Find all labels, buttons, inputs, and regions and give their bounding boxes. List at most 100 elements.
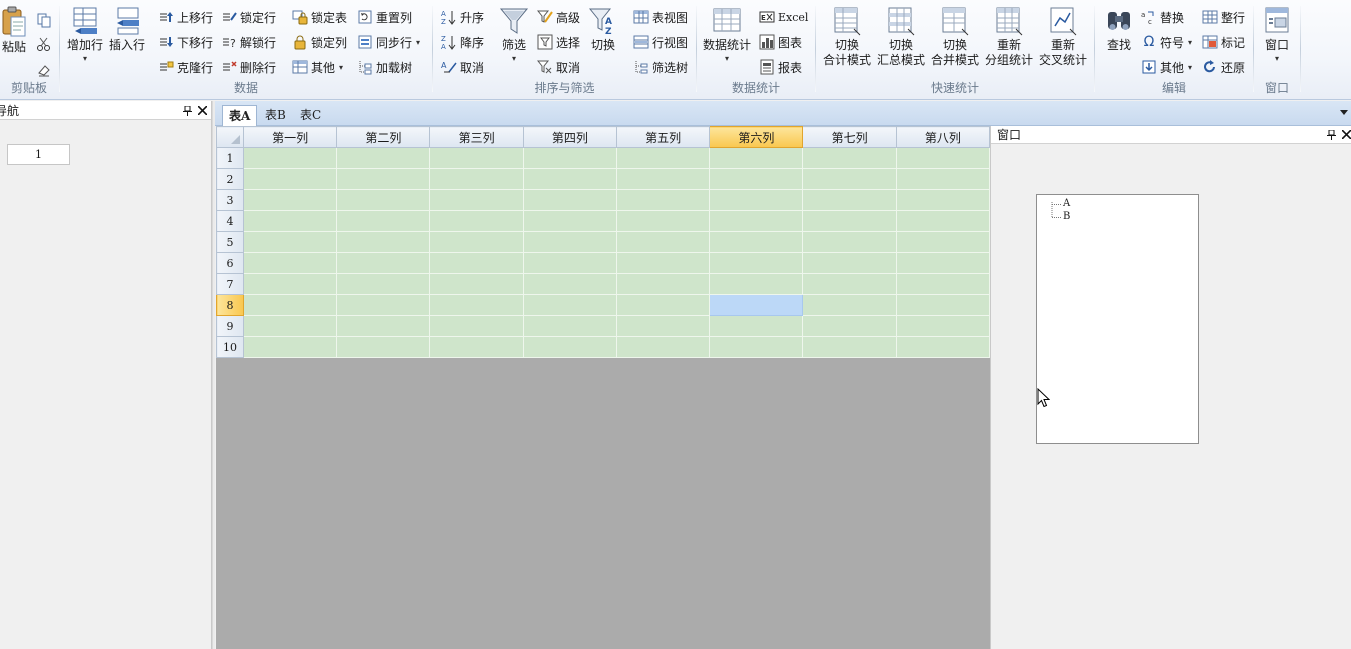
- report-button[interactable]: 报表: [759, 57, 802, 77]
- grid-cell[interactable]: [895, 252, 990, 274]
- restore-button[interactable]: 还原: [1202, 57, 1245, 77]
- switch-merge-mode-button[interactable]: 切换 合并模式: [930, 6, 980, 68]
- grid-cell[interactable]: [242, 294, 338, 316]
- grid-cell[interactable]: [336, 231, 431, 253]
- column-header[interactable]: 第一列: [242, 126, 338, 148]
- grid-cell[interactable]: [615, 273, 711, 295]
- grid-cell[interactable]: [242, 231, 338, 253]
- filter-tree-button[interactable]: 筛选树: [633, 57, 688, 77]
- grid-cell[interactable]: [429, 189, 524, 211]
- grid-cell[interactable]: [802, 168, 897, 190]
- grid-cell[interactable]: [336, 168, 431, 190]
- grid-cell[interactable]: [336, 315, 431, 337]
- panel-splitter[interactable]: [212, 101, 215, 649]
- grid-cell[interactable]: [336, 210, 431, 232]
- row-header[interactable]: 2: [216, 168, 244, 190]
- grid-cell[interactable]: [242, 189, 338, 211]
- grid-cell[interactable]: [709, 189, 804, 211]
- grid-cell[interactable]: [802, 147, 897, 169]
- add-row-button[interactable]: 增加行 ▾: [66, 6, 104, 64]
- grid-cell[interactable]: [336, 336, 431, 358]
- grid-cell[interactable]: [242, 147, 338, 169]
- grid-cell[interactable]: [615, 336, 711, 358]
- row-header[interactable]: 3: [216, 189, 244, 211]
- grid-cell[interactable]: [429, 315, 524, 337]
- move-up-button[interactable]: 上移行: [158, 7, 213, 27]
- toggle-filter-button[interactable]: A Z 切换: [585, 6, 621, 53]
- clone-row-button[interactable]: 克隆行: [158, 57, 213, 77]
- row-header[interactable]: 9: [216, 315, 244, 337]
- grid-cell[interactable]: [709, 273, 804, 295]
- row-view-button[interactable]: 行视图: [633, 32, 688, 52]
- grid-cell[interactable]: [522, 273, 617, 295]
- grid-cell[interactable]: [429, 336, 524, 358]
- grid-cell[interactable]: [615, 231, 711, 253]
- sort-descending-button[interactable]: ZA 降序: [441, 32, 484, 52]
- grid-cell[interactable]: [429, 210, 524, 232]
- grid-cell[interactable]: [615, 210, 711, 232]
- switch-total-mode-button[interactable]: 切换 合计模式: [822, 6, 872, 68]
- replace-button[interactable]: ac 替换: [1141, 7, 1184, 27]
- advanced-filter-button[interactable]: 高级: [537, 7, 580, 27]
- cut-button[interactable]: [36, 34, 52, 54]
- edit-other-dropdown[interactable]: 其他 ▾: [1141, 57, 1192, 77]
- grid-cell[interactable]: [429, 294, 524, 316]
- pin-icon[interactable]: [1326, 129, 1337, 140]
- grid-cell[interactable]: [429, 252, 524, 274]
- row-header-selected[interactable]: 8: [216, 294, 244, 316]
- column-header[interactable]: 第二列: [336, 126, 431, 148]
- column-header[interactable]: 第七列: [802, 126, 897, 148]
- grid-cell[interactable]: [895, 336, 990, 358]
- tree-item[interactable]: A: [1063, 198, 1070, 210]
- grid-cell[interactable]: [709, 210, 804, 232]
- grid-cell[interactable]: [522, 231, 617, 253]
- row-header[interactable]: 4: [216, 210, 244, 232]
- page-number-field[interactable]: 1: [7, 144, 70, 165]
- row-header[interactable]: 10: [216, 336, 244, 358]
- row-header[interactable]: 6: [216, 252, 244, 274]
- unlock-row-button[interactable]: ? 解锁行: [221, 32, 276, 52]
- grid-cell[interactable]: [429, 168, 524, 190]
- tab-sheet-a[interactable]: 表A: [222, 105, 258, 126]
- cancel-sort-button[interactable]: A 取消: [441, 57, 484, 77]
- grid-cell[interactable]: [895, 231, 990, 253]
- grid-cell[interactable]: [709, 147, 804, 169]
- load-tree-button[interactable]: 加载树: [357, 57, 412, 77]
- grid-cell[interactable]: [615, 189, 711, 211]
- filter-button[interactable]: 筛选 ▾: [495, 6, 533, 64]
- grid-cell[interactable]: [709, 168, 804, 190]
- grid-cell[interactable]: [802, 231, 897, 253]
- grid-cell[interactable]: [615, 252, 711, 274]
- grid-cell[interactable]: [895, 189, 990, 211]
- tab-sheet-b[interactable]: 表B: [259, 105, 292, 126]
- symbol-dropdown[interactable]: Ω 符号 ▾: [1141, 32, 1192, 52]
- find-button[interactable]: 查找: [1101, 6, 1137, 53]
- grid-cell[interactable]: [522, 168, 617, 190]
- row-header[interactable]: 5: [216, 231, 244, 253]
- tree-item[interactable]: B: [1063, 211, 1070, 223]
- select-filter-button[interactable]: 选择: [537, 32, 580, 52]
- grid-cell[interactable]: [895, 210, 990, 232]
- grid-cell[interactable]: [709, 231, 804, 253]
- grid-cell[interactable]: [522, 336, 617, 358]
- grid-cell[interactable]: [429, 273, 524, 295]
- grid-cell[interactable]: [615, 147, 711, 169]
- grid-cell[interactable]: [615, 168, 711, 190]
- grid-cell[interactable]: [242, 336, 338, 358]
- grid-cell[interactable]: [709, 315, 804, 337]
- tab-sheet-c[interactable]: 表C: [294, 105, 327, 126]
- whole-row-button[interactable]: 整行: [1202, 7, 1245, 27]
- grid-cell[interactable]: [802, 294, 897, 316]
- grid-cell[interactable]: [709, 252, 804, 274]
- row-header[interactable]: 7: [216, 273, 244, 295]
- grid-cell[interactable]: [895, 294, 990, 316]
- grid-cell[interactable]: [336, 273, 431, 295]
- grid-cell[interactable]: [336, 189, 431, 211]
- window-panel-titlebar[interactable]: 窗口: [991, 126, 1351, 144]
- grid-cell[interactable]: [242, 252, 338, 274]
- lock-table-button[interactable]: 锁定表: [292, 7, 347, 27]
- column-header[interactable]: 第四列: [522, 126, 617, 148]
- reset-column-button[interactable]: 重置列: [357, 7, 412, 27]
- window-tree-view[interactable]: A B: [1036, 194, 1199, 444]
- data-stats-button[interactable]: 数据统计 ▾: [701, 6, 753, 64]
